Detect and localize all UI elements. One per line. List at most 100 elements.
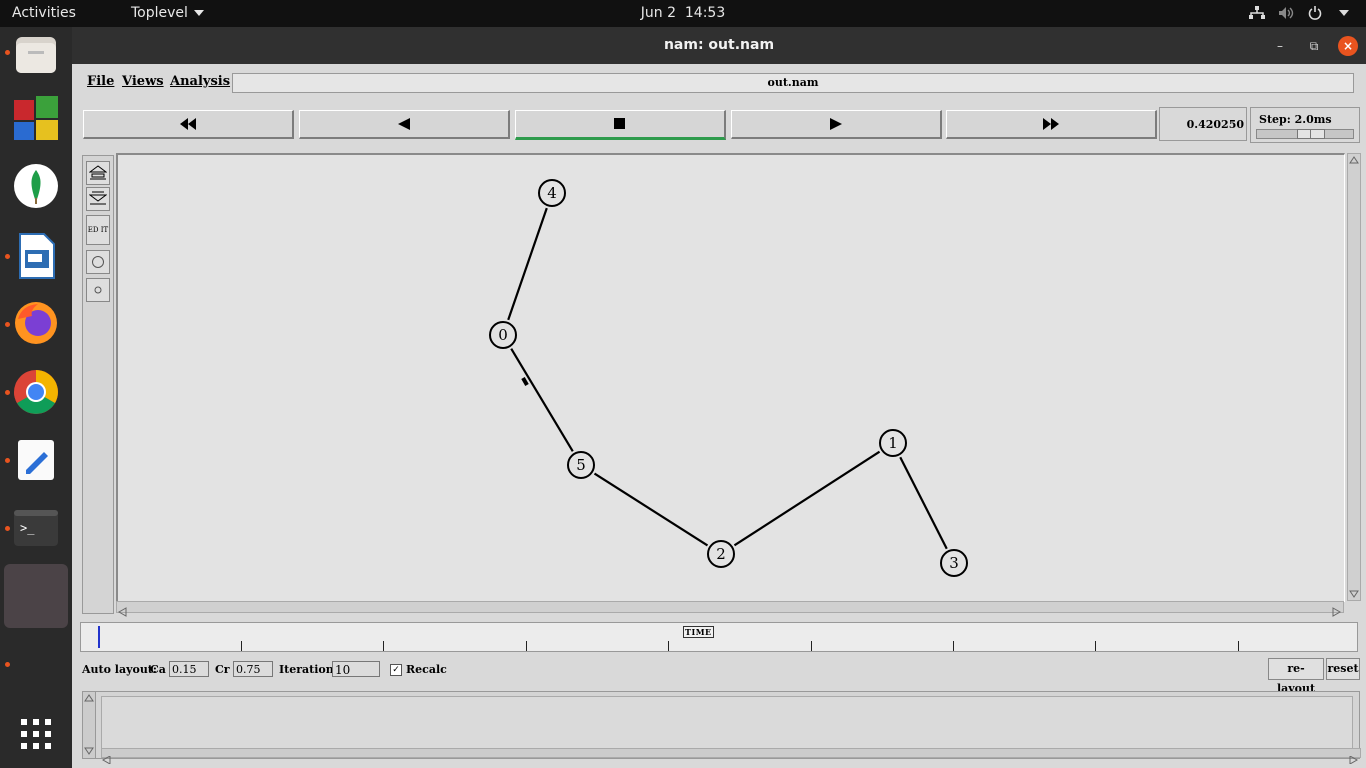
topology-graph[interactable]: 4 0 5 2 1 3 [118, 155, 1344, 601]
timeline-tick [241, 641, 242, 651]
step-slider[interactable] [1256, 129, 1354, 139]
timeline-tick [383, 641, 384, 651]
node-label: 1 [888, 434, 898, 452]
files-icon[interactable] [12, 31, 60, 79]
node-3[interactable]: 3 [940, 549, 968, 577]
firefox-icon[interactable] [12, 299, 60, 347]
edit-toolbar: ED IT [82, 155, 114, 614]
horizontal-scrollbar[interactable] [116, 601, 1344, 617]
packet[interactable] [521, 377, 529, 386]
node-1[interactable]: 1 [879, 429, 907, 457]
impress-icon[interactable] [12, 232, 60, 280]
timeline-tick [1095, 641, 1096, 651]
stop-button[interactable] [515, 110, 726, 140]
running-indicator [5, 390, 10, 395]
node-label: 2 [716, 545, 726, 563]
timeline-tick [1238, 641, 1239, 651]
link-0-5[interactable] [510, 348, 574, 452]
cr-input[interactable]: 0.75 [233, 661, 273, 677]
timeline[interactable]: TIME [80, 622, 1358, 652]
timeline-tick [526, 641, 527, 651]
dock: >_ [0, 27, 72, 768]
stop-icon [614, 118, 625, 129]
rewind-icon [398, 118, 410, 130]
link-4-0[interactable] [507, 207, 548, 321]
node-label: 4 [547, 184, 557, 202]
chevron-down-icon [1336, 5, 1352, 21]
node-2[interactable]: 2 [707, 540, 735, 568]
maximize-button[interactable]: ⧉ [1304, 36, 1324, 56]
title-bar[interactable]: nam: out.nam – ⧉ × [72, 27, 1366, 64]
timeline-tick [811, 641, 812, 651]
network-canvas[interactable]: 4 0 5 2 1 3 [116, 153, 1345, 602]
ca-input[interactable]: 0.15 [169, 661, 209, 677]
play-button[interactable] [731, 110, 942, 139]
time-display: 0.420250 [1159, 107, 1247, 141]
running-indicator [5, 526, 10, 531]
node-label: 5 [576, 456, 586, 474]
running-indicator [5, 322, 10, 327]
fast-rewind-icon [180, 118, 196, 130]
nam-window: nam: out.nam – ⧉ × File Views Analysis o… [72, 27, 1366, 768]
iterations-input[interactable]: 10 [332, 661, 380, 677]
auto-layout-label: Auto layout: [82, 663, 157, 676]
clock[interactable]: Jun 2 14:53 [0, 5, 1366, 21]
mongodb-icon[interactable] [12, 162, 60, 210]
text-editor-icon[interactable] [12, 436, 60, 484]
link-5-2[interactable] [593, 472, 709, 547]
vertical-scrollbar[interactable] [1347, 153, 1361, 601]
timeline-label: TIME [683, 626, 714, 638]
annotation-pane [82, 691, 1361, 765]
link-1-3[interactable] [899, 456, 948, 550]
menu-file[interactable]: File [87, 74, 114, 89]
close-button[interactable]: × [1338, 36, 1358, 56]
circle-node-icon[interactable] [86, 250, 110, 274]
menu-views[interactable]: Views [122, 74, 164, 89]
file-name-label: out.nam [232, 73, 1354, 93]
active-window-icon[interactable] [4, 564, 68, 628]
reset-button[interactable]: reset [1326, 658, 1360, 680]
node-label: 0 [498, 326, 508, 344]
timeline-tick [953, 641, 954, 651]
small-circle-icon[interactable] [86, 278, 110, 302]
recalc-checkbox[interactable]: ✓ [390, 664, 402, 676]
timeline-tick [668, 641, 669, 651]
edit-button[interactable]: ED IT [86, 215, 110, 245]
fast-forward-button[interactable] [946, 110, 1157, 139]
link-2-1[interactable] [733, 450, 881, 547]
zoom-out-icon[interactable] [86, 187, 110, 211]
zoom-in-icon[interactable] [86, 161, 110, 185]
node-5[interactable]: 5 [567, 451, 595, 479]
node-label: 3 [949, 554, 959, 572]
node-0[interactable]: 0 [489, 321, 517, 349]
time-cursor[interactable] [98, 626, 100, 648]
volume-icon [1278, 5, 1294, 21]
menu-analysis[interactable]: Analysis [170, 74, 230, 89]
system-tray[interactable] [1249, 5, 1352, 21]
tile-app-icon[interactable] [12, 94, 60, 142]
relayout-button[interactable]: re-layout [1268, 658, 1324, 695]
terminal-icon[interactable]: >_ [12, 504, 60, 552]
fast-forward-icon [1043, 118, 1059, 130]
show-applications-icon[interactable] [12, 710, 60, 758]
rewind-button[interactable] [299, 110, 510, 139]
chrome-icon[interactable] [12, 368, 60, 416]
fast-rewind-button[interactable] [83, 110, 294, 139]
step-control: Step: 2.0ms [1250, 107, 1360, 143]
node-4[interactable]: 4 [538, 179, 566, 207]
play-icon [830, 118, 842, 130]
step-label: Step: 2.0ms [1259, 113, 1332, 126]
annotation-list[interactable] [101, 696, 1353, 750]
running-indicator [5, 458, 10, 463]
cr-label: Cr [215, 663, 230, 676]
iterations-label: Iterations [279, 663, 340, 676]
running-indicator [5, 662, 10, 667]
running-indicator [5, 254, 10, 259]
step-slider-thumb[interactable] [1297, 129, 1325, 139]
annotation-horizontal-scrollbar[interactable] [101, 748, 1361, 765]
annotation-vertical-scrollbar[interactable] [83, 692, 96, 758]
network-icon [1249, 5, 1265, 21]
minimize-button[interactable]: – [1270, 36, 1290, 56]
running-indicator [5, 50, 10, 55]
power-icon [1307, 5, 1323, 21]
